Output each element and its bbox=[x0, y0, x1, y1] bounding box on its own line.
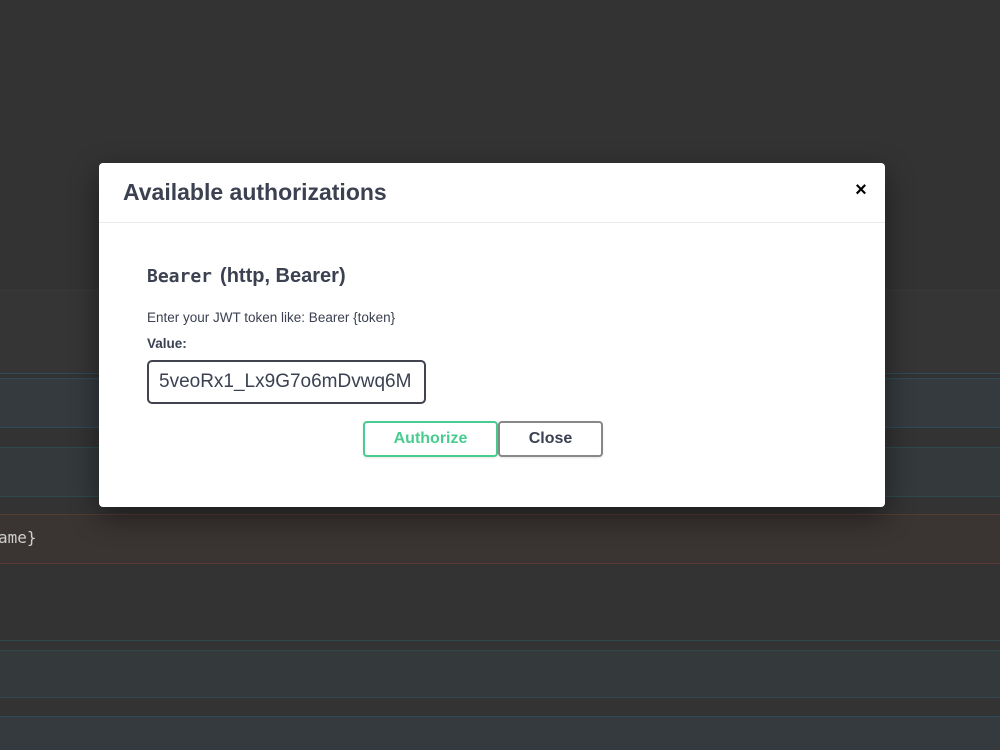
background-operation-block bbox=[0, 650, 1000, 698]
background-path-text: ame} bbox=[0, 528, 37, 547]
background-operation-block bbox=[0, 716, 1000, 750]
authorize-button[interactable]: Authorize bbox=[363, 421, 498, 457]
background-operation-block bbox=[0, 514, 1000, 564]
page: ame} Available authorizations × Bearer (h… bbox=[0, 0, 1000, 750]
modal-title: Available authorizations bbox=[123, 179, 387, 205]
scheme-title: Bearer (http, Bearer) bbox=[147, 265, 346, 288]
token-input[interactable] bbox=[147, 360, 426, 404]
close-button[interactable]: Close bbox=[498, 421, 603, 457]
close-icon[interactable]: × bbox=[851, 179, 871, 201]
scheme-name: Bearer bbox=[147, 266, 213, 287]
value-label: Value: bbox=[147, 336, 187, 351]
background-divider bbox=[0, 640, 1000, 648]
modal-header: Available authorizations × bbox=[99, 163, 885, 223]
authorization-modal: Available authorizations × Bearer (http, … bbox=[99, 163, 885, 507]
scheme-type: (http, Bearer) bbox=[220, 265, 346, 287]
scheme-description: Enter your JWT token like: Bearer {token… bbox=[147, 310, 396, 325]
